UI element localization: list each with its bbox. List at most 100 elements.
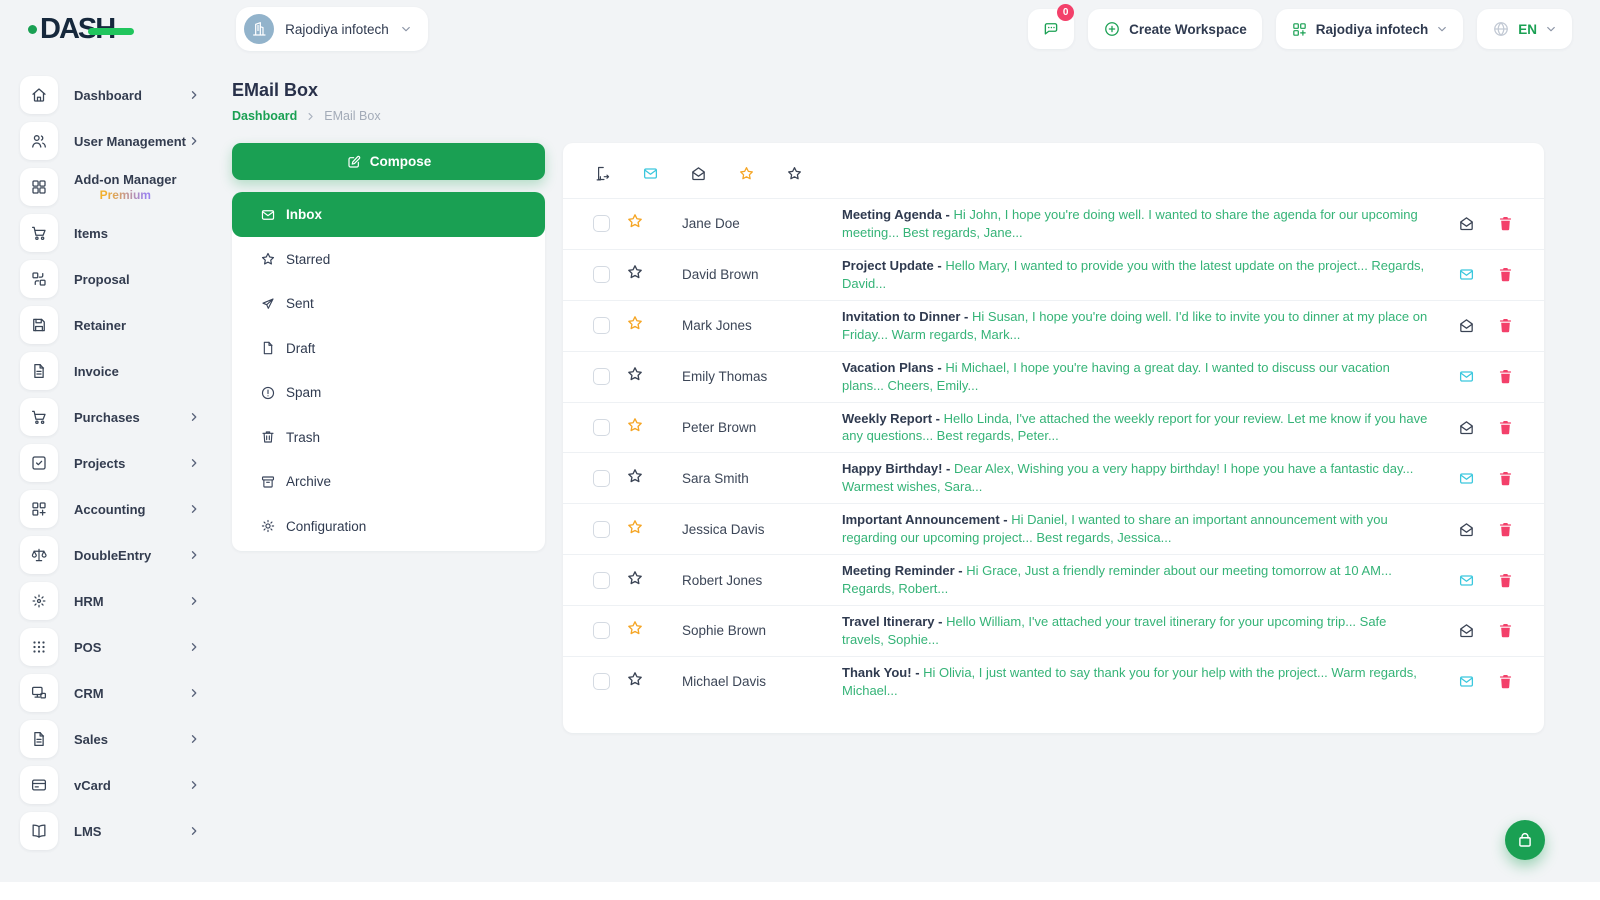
mail-closed-icon[interactable] xyxy=(1458,266,1475,283)
email-subject[interactable]: Meeting Agenda - xyxy=(842,207,950,222)
mail-open-icon[interactable] xyxy=(1458,215,1475,232)
email-sender[interactable]: Robert Jones xyxy=(682,573,842,588)
delete-icon[interactable] xyxy=(1497,419,1514,436)
folder-item-spam[interactable]: Spam xyxy=(232,371,545,416)
sidebar-item-user-management[interactable]: User Management xyxy=(12,118,220,164)
mail-closed-icon[interactable] xyxy=(1458,572,1475,589)
email-subject[interactable]: Vacation Plans - xyxy=(842,360,942,375)
mail-open-icon[interactable] xyxy=(1458,521,1475,538)
sidebar-item-projects[interactable]: Projects xyxy=(12,440,220,486)
email-checkbox[interactable] xyxy=(593,520,610,538)
folder-item-inbox[interactable]: Inbox xyxy=(232,192,545,237)
delete-icon[interactable] xyxy=(1497,521,1514,538)
sidebar-item-purchases[interactable]: Purchases xyxy=(12,394,220,440)
email-sender[interactable]: Peter Brown xyxy=(682,420,842,435)
star-filled-icon[interactable] xyxy=(626,416,644,439)
mail-closed-icon[interactable] xyxy=(1458,673,1475,690)
email-sender[interactable]: Sophie Brown xyxy=(682,623,842,638)
sidebar-item-proposal[interactable]: Proposal xyxy=(12,256,220,302)
sidebar-item-invoice[interactable]: Invoice xyxy=(12,348,220,394)
star-filled-icon[interactable] xyxy=(626,518,644,541)
sidebar-item-add-on-manager[interactable]: Add-on Manager Premium xyxy=(12,164,220,210)
create-workspace-button[interactable]: Create Workspace xyxy=(1088,9,1262,49)
shop-fab-button[interactable] xyxy=(1505,820,1545,860)
star-filled-icon[interactable] xyxy=(626,314,644,337)
delete-icon[interactable] xyxy=(1497,317,1514,334)
sidebar-item-vcard[interactable]: vCard xyxy=(12,762,220,808)
language-dropdown[interactable]: EN xyxy=(1477,9,1572,49)
mail-closed-icon[interactable] xyxy=(1458,368,1475,385)
star-filled-icon[interactable] xyxy=(626,619,644,642)
sidebar-item-items[interactable]: Items xyxy=(12,210,220,256)
sidebar-item-sales[interactable]: Sales xyxy=(12,716,220,762)
email-subject[interactable]: Invitation to Dinner - xyxy=(842,309,968,324)
sidebar-item-retainer[interactable]: Retainer xyxy=(12,302,220,348)
email-subject[interactable]: Important Announcement - xyxy=(842,512,1008,527)
company-dropdown[interactable]: Rajodiya infotech xyxy=(1275,9,1464,49)
mail-closed-icon[interactable] xyxy=(1458,470,1475,487)
email-sender[interactable]: Sara Smith xyxy=(682,471,842,486)
email-subject[interactable]: Thank You! - xyxy=(842,665,920,680)
sidebar-item-lms[interactable]: LMS xyxy=(12,808,220,854)
mark-read-icon[interactable] xyxy=(690,165,707,182)
messages-button[interactable]: 0 xyxy=(1028,4,1075,49)
star-filled-icon[interactable] xyxy=(626,212,644,235)
breadcrumb-dashboard-link[interactable]: Dashboard xyxy=(232,109,297,123)
star-outline-icon[interactable] xyxy=(626,467,644,490)
mark-unread-icon[interactable] xyxy=(642,165,659,182)
mail-open-icon[interactable] xyxy=(1458,317,1475,334)
mail-open-icon[interactable] xyxy=(1458,419,1475,436)
email-subject[interactable]: Weekly Report - xyxy=(842,411,940,426)
delete-icon[interactable] xyxy=(1497,368,1514,385)
folder-item-configuration[interactable]: Configuration xyxy=(232,504,545,549)
email-sender[interactable]: Mark Jones xyxy=(682,318,842,333)
email-subject[interactable]: Happy Birthday! - xyxy=(842,461,950,476)
star-outline-icon[interactable] xyxy=(626,365,644,388)
sidebar-item-crm[interactable]: CRM xyxy=(12,670,220,716)
delete-icon[interactable] xyxy=(1497,215,1514,232)
folder-item-starred[interactable]: Starred xyxy=(232,237,545,282)
mail-open-icon[interactable] xyxy=(1458,622,1475,639)
starred-filter-icon[interactable] xyxy=(738,165,755,182)
export-icon[interactable] xyxy=(594,165,611,182)
workspace-selector[interactable]: Rajodiya infotech xyxy=(236,7,428,51)
delete-icon[interactable] xyxy=(1497,572,1514,589)
delete-icon[interactable] xyxy=(1497,470,1514,487)
email-checkbox[interactable] xyxy=(593,673,610,691)
email-subject[interactable]: Meeting Reminder - xyxy=(842,563,963,578)
email-checkbox[interactable] xyxy=(593,266,610,284)
sidebar-item-pos[interactable]: POS xyxy=(12,624,220,670)
email-subject[interactable]: Project Update - xyxy=(842,258,942,273)
compose-button[interactable]: Compose xyxy=(232,143,545,180)
email-subject[interactable]: Travel Itinerary - xyxy=(842,614,942,629)
star-outline-icon[interactable] xyxy=(626,263,644,286)
email-sender[interactable]: Michael Davis xyxy=(682,674,842,689)
sidebar-item-dashboard[interactable]: Dashboard xyxy=(12,72,220,118)
star-outline-icon[interactable] xyxy=(626,670,644,693)
delete-icon[interactable] xyxy=(1497,622,1514,639)
email-checkbox[interactable] xyxy=(593,317,610,335)
email-sender[interactable]: Jessica Davis xyxy=(682,522,842,537)
email-checkbox[interactable] xyxy=(593,622,610,640)
email-sender[interactable]: Emily Thomas xyxy=(682,369,842,384)
unstarred-filter-icon[interactable] xyxy=(786,165,803,182)
sidebar-item-hrm[interactable]: HRM xyxy=(12,578,220,624)
email-checkbox[interactable] xyxy=(593,215,610,233)
email-sender[interactable]: David Brown xyxy=(682,267,842,282)
delete-icon[interactable] xyxy=(1497,266,1514,283)
email-checkbox[interactable] xyxy=(593,571,610,589)
folder-item-archive[interactable]: Archive xyxy=(232,460,545,505)
folder-item-draft[interactable]: Draft xyxy=(232,326,545,371)
sidebar-item-doubleentry[interactable]: DoubleEntry xyxy=(12,532,220,578)
sidebar-item-accounting[interactable]: Accounting xyxy=(12,486,220,532)
delete-icon[interactable] xyxy=(1497,673,1514,690)
folder-item-trash[interactable]: Trash xyxy=(232,415,545,460)
email-checkbox[interactable] xyxy=(593,418,610,436)
app-logo[interactable]: DASH xyxy=(28,13,135,46)
email-checkbox[interactable] xyxy=(593,368,610,386)
email-sender[interactable]: Jane Doe xyxy=(682,216,842,231)
email-preview[interactable]: Hi Olivia, I just wanted to say thank yo… xyxy=(842,665,1417,698)
star-outline-icon[interactable] xyxy=(626,569,644,592)
folder-item-sent[interactable]: Sent xyxy=(232,282,545,327)
email-checkbox[interactable] xyxy=(593,469,610,487)
